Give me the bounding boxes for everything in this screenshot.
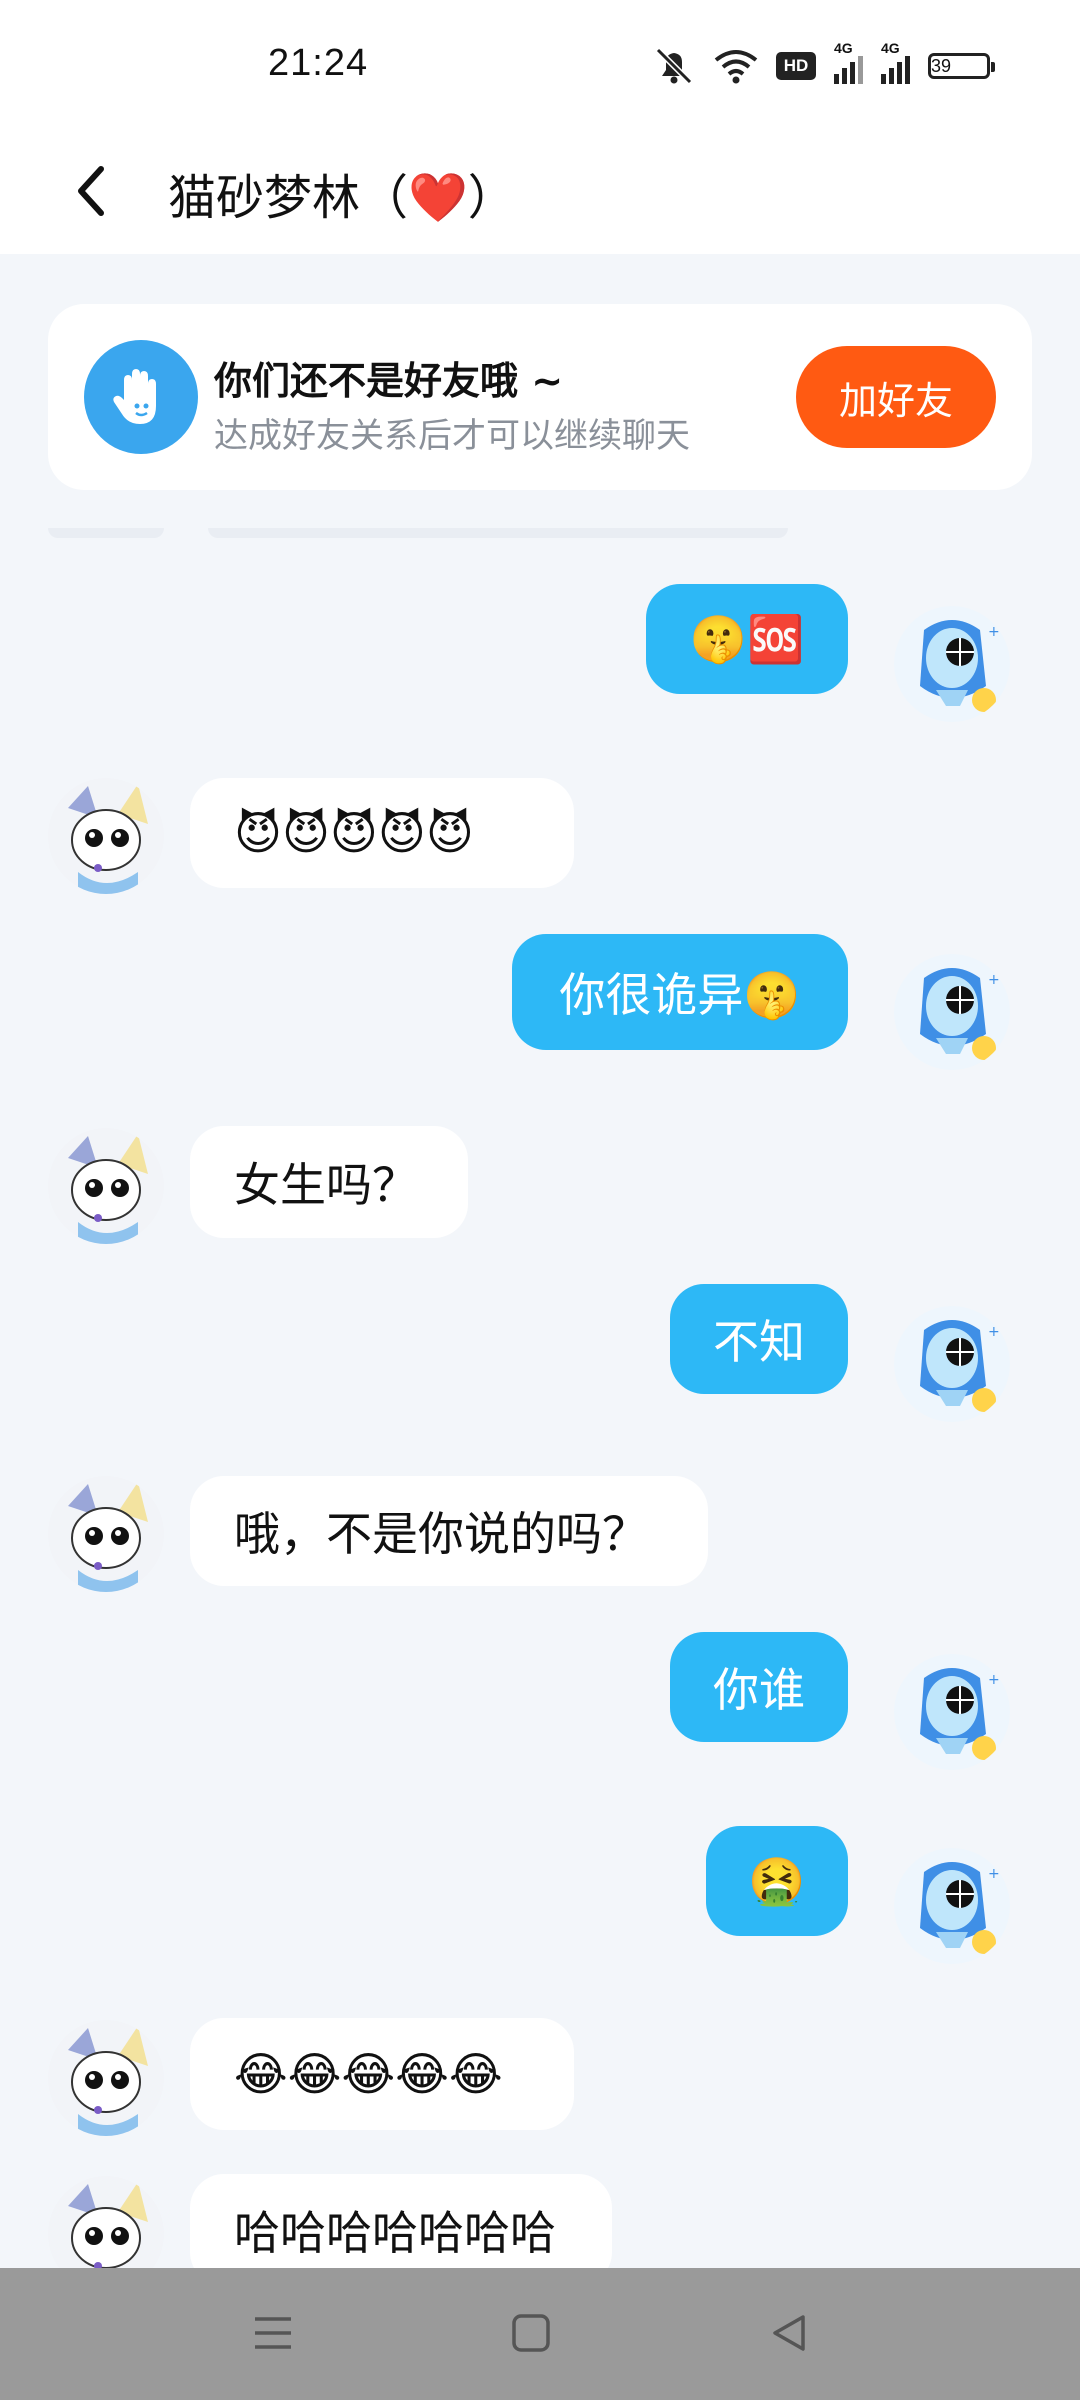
- status-time: 21:24: [268, 42, 369, 84]
- chat-header: 猫砂梦林（❤️）: [0, 130, 1080, 254]
- chat-area[interactable]: 你们还不是好友哦 ~ 达成好友关系后才可以继续聊天 加好友 🤫🆘 + 😈😈😈😈😈…: [0, 254, 1080, 2268]
- message-bubble-incoming[interactable]: 哈哈哈哈哈哈哈: [190, 2174, 612, 2268]
- mute-bell-icon: [655, 47, 693, 85]
- svg-text:+: +: [988, 624, 1000, 640]
- peer-avatar[interactable]: [48, 1476, 164, 1592]
- self-avatar[interactable]: +: [894, 1306, 1010, 1422]
- self-avatar-image: +: [894, 954, 1010, 1070]
- menu-button[interactable]: [238, 2298, 308, 2368]
- friend-prompt-subtitle: 达成好友关系后才可以继续聊天: [214, 416, 690, 456]
- peer-avatar-image: [48, 1476, 164, 1592]
- peer-avatar-image: [48, 778, 164, 894]
- title-prefix: 猫砂梦林（: [168, 170, 409, 226]
- signal-4g-2: 4G: [881, 40, 910, 84]
- friend-request-card: 你们还不是好友哦 ~ 达成好友关系后才可以继续聊天 加好友: [48, 304, 1032, 490]
- svg-text:+: +: [988, 1672, 1000, 1688]
- chat-title: 猫砂梦林（❤️）: [168, 158, 516, 228]
- chevron-left-icon: [78, 166, 104, 216]
- peer-avatar-image: [48, 2020, 164, 2136]
- previous-message-fragment: [48, 528, 164, 538]
- peer-avatar[interactable]: [48, 2020, 164, 2136]
- hd-badge: HD: [776, 52, 816, 80]
- peer-avatar[interactable]: [48, 2176, 164, 2268]
- self-avatar-image: +: [894, 606, 1010, 722]
- self-avatar[interactable]: +: [894, 606, 1010, 722]
- self-avatar-image: +: [894, 1848, 1010, 1964]
- wave-hand-icon: [84, 340, 198, 454]
- message-bubble-outgoing[interactable]: 你很诡异🤫: [512, 934, 848, 1050]
- message-bubble-incoming[interactable]: 😈😈😈😈😈: [190, 778, 574, 888]
- message-bubble-incoming[interactable]: 女生吗？: [190, 1126, 468, 1238]
- back-nav-button[interactable]: [754, 2298, 824, 2368]
- self-avatar[interactable]: +: [894, 1654, 1010, 1770]
- self-avatar[interactable]: +: [894, 954, 1010, 1070]
- status-bar: 21:24 HD 4G 4G 39: [0, 0, 1080, 130]
- message-bubble-outgoing[interactable]: 🤮: [706, 1826, 848, 1936]
- self-avatar[interactable]: +: [894, 1848, 1010, 1964]
- svg-text:+: +: [988, 1324, 1000, 1340]
- peer-avatar[interactable]: [48, 778, 164, 894]
- back-button[interactable]: [56, 156, 126, 226]
- home-button[interactable]: [496, 2298, 566, 2368]
- network-label-2: 4G: [881, 40, 900, 56]
- peer-avatar-image: [48, 2176, 164, 2268]
- peer-avatar-image: [48, 1128, 164, 1244]
- peer-avatar[interactable]: [48, 1128, 164, 1244]
- message-bubble-outgoing[interactable]: 不知: [670, 1284, 848, 1394]
- wifi-icon: [714, 50, 758, 84]
- battery-level: 39: [931, 56, 952, 76]
- message-bubble-incoming[interactable]: 哦，不是你说的吗？: [190, 1476, 708, 1586]
- menu-icon: [255, 2317, 291, 2349]
- message-bubble-outgoing[interactable]: 你谁: [670, 1632, 848, 1742]
- home-square-icon: [512, 2314, 550, 2352]
- self-avatar-image: +: [894, 1654, 1010, 1770]
- back-triangle-icon: [773, 2315, 805, 2351]
- message-bubble-incoming[interactable]: 😂😂😂😂😂: [190, 2018, 574, 2130]
- title-suffix: ）: [467, 170, 516, 226]
- add-friend-button[interactable]: 加好友: [796, 346, 996, 448]
- previous-message-fragment: [208, 528, 788, 538]
- title-heart: ❤️: [408, 170, 468, 226]
- self-avatar-image: +: [894, 1306, 1010, 1422]
- svg-text:+: +: [988, 972, 1000, 988]
- message-bubble-outgoing[interactable]: 🤫🆘: [646, 584, 848, 694]
- battery-indicator: 39: [928, 53, 995, 79]
- svg-text:+: +: [988, 1866, 1000, 1882]
- system-nav-bar: [0, 2268, 1080, 2400]
- network-label-1: 4G: [834, 40, 853, 56]
- friend-prompt-title: 你们还不是好友哦 ~: [214, 359, 564, 403]
- status-icons: HD 4G 4G 39: [652, 40, 995, 88]
- signal-4g-1: 4G: [834, 40, 863, 84]
